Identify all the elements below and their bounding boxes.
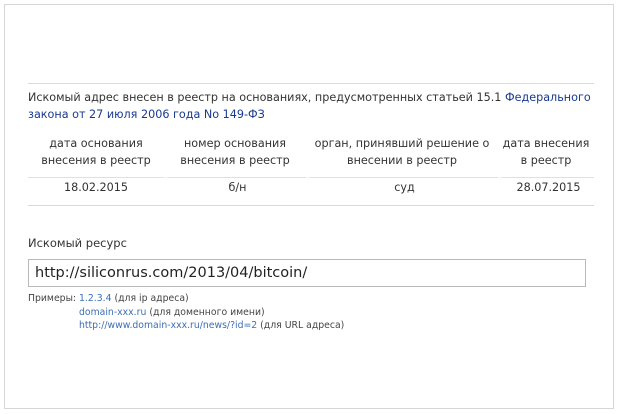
example-row-ip: Примеры: 1.2.3.4 (для ip адреса): [28, 292, 344, 306]
registry-intro: Искомый адрес внесен в реестр на основан…: [28, 89, 594, 123]
page-frame: [4, 4, 614, 409]
resource-input[interactable]: [28, 259, 586, 287]
registry-block: Искомый адрес внесен в реестр на основан…: [28, 83, 594, 206]
divider-top: [28, 83, 594, 84]
registry-table-header: дата основания внесения в реестр номер о…: [28, 135, 594, 177]
example-row-url: http://www.domain-xxx.ru/news/?id=2 (для…: [28, 319, 344, 333]
cell-basis-date: 18.02.2015: [28, 177, 164, 205]
col-header-entry-date: дата внесения в реестр: [502, 137, 590, 167]
cell-basis-number: б/н: [164, 177, 306, 205]
registry-intro-text: Искомый адрес внесен в реестр на основан…: [28, 91, 505, 104]
example-ip-link[interactable]: 1.2.3.4: [79, 293, 112, 304]
resource-label: Искомый ресурс: [28, 236, 127, 250]
example-url-note: (для URL адреса): [260, 320, 345, 331]
example-domain-link[interactable]: domain-xxx.ru: [79, 307, 146, 318]
example-ip-note: (для ip адреса): [114, 293, 189, 304]
divider-bottom: [28, 205, 594, 206]
table-row: 18.02.2015 б/н суд 28.07.2015: [28, 177, 594, 205]
example-url-link[interactable]: http://www.domain-xxx.ru/news/?id=2: [79, 320, 257, 331]
example-row-domain: domain-xxx.ru (для доменного имени): [28, 306, 344, 320]
cell-authority: суд: [306, 177, 498, 205]
cell-entry-date: 28.07.2015: [498, 177, 594, 205]
example-domain-note: (для доменного имени): [149, 306, 265, 318]
examples-label: Примеры:: [28, 293, 77, 304]
col-header-basis-number: номер основания внесения в реестр: [180, 137, 290, 167]
col-header-basis-date: дата основания внесения в реестр: [41, 137, 151, 167]
examples-block: Примеры: 1.2.3.4 (для ip адреса) domain-x…: [28, 292, 344, 333]
registry-table: дата основания внесения в реестр номер о…: [28, 135, 594, 205]
col-header-authority: орган, принявший решение о внесении в ре…: [314, 137, 490, 167]
